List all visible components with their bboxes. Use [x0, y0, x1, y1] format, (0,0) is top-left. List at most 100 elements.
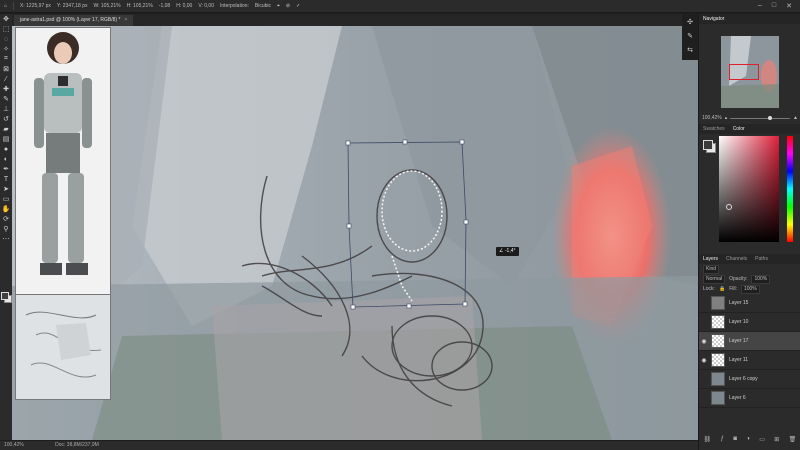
- window-controls: – □ ✕: [758, 2, 800, 10]
- status-bar: 100,42% Doc: 38,8M/237,9M: [0, 441, 698, 450]
- tab-swatches[interactable]: Swatches: [703, 124, 725, 134]
- fx-icon[interactable]: ƒ: [721, 436, 724, 446]
- warp-icon[interactable]: ⌖: [277, 3, 280, 9]
- opacity-field[interactable]: 100%: [751, 274, 771, 284]
- type-icon[interactable]: T: [0, 174, 12, 184]
- color-panel-fg-swatch[interactable]: [703, 140, 713, 150]
- layer-row[interactable]: Layer 10: [699, 313, 800, 332]
- pen-icon[interactable]: ✒: [0, 164, 12, 174]
- dodge-icon[interactable]: ◐: [0, 154, 12, 164]
- mask-icon[interactable]: ◙: [733, 436, 737, 446]
- vskew-field[interactable]: V: 0,00: [198, 3, 214, 9]
- history-brush-icon[interactable]: ↺: [0, 114, 12, 124]
- blur-icon[interactable]: ●: [0, 144, 12, 154]
- shape-icon[interactable]: ▭: [0, 194, 12, 204]
- navigator-thumbnail[interactable]: [721, 36, 779, 108]
- tool-presets-icon[interactable]: ✣: [682, 16, 698, 28]
- eye-icon[interactable]: ◉: [699, 357, 709, 364]
- frame-icon[interactable]: ⊠: [0, 64, 12, 74]
- adjust-icon[interactable]: ⇆: [682, 44, 698, 56]
- tab-channels[interactable]: Channels: [726, 254, 747, 264]
- tab-layers[interactable]: Layers: [703, 254, 718, 264]
- layer-thumbnail: [711, 353, 725, 367]
- hskew-field[interactable]: H: 0,00: [176, 3, 192, 9]
- gradient-icon[interactable]: ▤: [0, 134, 12, 144]
- cancel-icon[interactable]: ⊘: [286, 3, 290, 9]
- blend-row: Normal Opacity: 100%: [699, 274, 800, 284]
- color-field[interactable]: [719, 136, 779, 242]
- crop-icon[interactable]: ⌗: [0, 54, 12, 64]
- sketch-figure: [25, 311, 102, 378]
- doc-size: Doc: 38,8M/237,9M: [55, 442, 99, 448]
- tab-color[interactable]: Color: [733, 124, 745, 134]
- color-picker-ring[interactable]: [726, 204, 732, 210]
- trash-icon[interactable]: 🗑: [789, 436, 797, 446]
- foreground-color-swatch[interactable]: [1, 292, 9, 300]
- zoom-in-icon[interactable]: ▲: [793, 115, 798, 121]
- healing-icon[interactable]: ✚: [0, 84, 12, 94]
- move-icon[interactable]: ✥: [0, 14, 12, 24]
- navigator-zoom-value[interactable]: 100,42%: [702, 115, 722, 121]
- document-tab[interactable]: jane-astra1.psd @ 100% (Layer 17, RGB/8)…: [14, 15, 134, 26]
- close-icon[interactable]: ✕: [786, 2, 792, 10]
- more-icon[interactable]: ⋯: [0, 234, 12, 244]
- tab-paths[interactable]: Paths: [755, 254, 768, 264]
- layer-row[interactable]: ◉ Layer 11: [699, 351, 800, 370]
- fill-field[interactable]: 100%: [740, 284, 760, 294]
- eraser-icon[interactable]: ▰: [0, 124, 12, 134]
- lasso-icon[interactable]: ◌: [0, 34, 12, 44]
- zoom-slider-knob[interactable]: [768, 115, 773, 120]
- ps-home-icon[interactable]: ⌂: [4, 3, 7, 9]
- commit-check-icon[interactable]: ✓: [296, 3, 300, 9]
- brush-settings-icon[interactable]: ✎: [682, 30, 698, 42]
- width-field[interactable]: W: 105,21%: [93, 3, 120, 9]
- kind-filter[interactable]: Kind: [703, 264, 720, 274]
- height-field[interactable]: H: 105,21%: [127, 3, 153, 9]
- maximize-icon[interactable]: □: [772, 2, 776, 10]
- x-field[interactable]: X: 1225,97 px: [20, 3, 51, 9]
- zoom-slider[interactable]: [730, 115, 791, 120]
- close-tab-icon[interactable]: ×: [124, 17, 127, 23]
- zoom-out-icon[interactable]: ▴: [725, 115, 728, 121]
- layer-row-selected[interactable]: ◉ Layer 17: [699, 332, 800, 351]
- hand-icon[interactable]: ✋: [0, 204, 12, 214]
- angle-field[interactable]: -1,08: [159, 3, 170, 9]
- character-figure: [34, 32, 92, 275]
- layer-thumbnail: [711, 334, 725, 348]
- opacity-label: Opacity:: [729, 276, 748, 282]
- layer-name: Layer 17: [729, 338, 749, 344]
- layer-name: Layer 6 copy: [729, 376, 758, 382]
- eye-icon[interactable]: ◉: [699, 338, 709, 345]
- navigator-tab[interactable]: Navigator: [703, 14, 724, 24]
- link-icon[interactable]: ⛓: [704, 436, 712, 446]
- color-panel-header: Swatches Color: [699, 124, 800, 134]
- adjustment-icon[interactable]: ◑: [746, 436, 750, 446]
- document-tab-bar: jane-astra1.psd @ 100% (Layer 17, RGB/8)…: [12, 14, 698, 26]
- y-field[interactable]: Y: 2347,18 px: [57, 3, 88, 9]
- folder-icon[interactable]: ▭: [759, 436, 765, 446]
- rotate-view-icon[interactable]: ⟳: [0, 214, 12, 224]
- layer-filter: Kind: [699, 264, 800, 274]
- interpolation-select[interactable]: Bicubic: [255, 3, 271, 9]
- navigator-zoom: 100,42% ▴ ▲: [702, 114, 798, 122]
- magic-wand-icon[interactable]: ✧: [0, 44, 12, 54]
- new-layer-icon[interactable]: ⊞: [774, 436, 779, 446]
- floating-tools: ✣ ✎ ⇆: [682, 14, 698, 60]
- hue-slider[interactable]: [787, 136, 793, 242]
- canvas[interactable]: ∠ -1,4°: [12, 26, 698, 440]
- brush-icon[interactable]: ✎: [0, 94, 12, 104]
- layer-row[interactable]: Layer 15: [699, 294, 800, 313]
- minimize-icon[interactable]: –: [758, 2, 762, 10]
- navigator-view-rect[interactable]: [729, 64, 759, 80]
- stamp-icon[interactable]: ⊥: [0, 104, 12, 114]
- zoom-icon[interactable]: ⚲: [0, 224, 12, 234]
- lock-icon[interactable]: 🔒: [719, 284, 725, 294]
- blend-mode-select[interactable]: Normal: [703, 274, 726, 284]
- zoom-readout[interactable]: 100,42%: [4, 442, 24, 448]
- layer-row[interactable]: Layer 6 copy: [699, 370, 800, 389]
- eyedropper-icon[interactable]: ⁄: [0, 74, 12, 84]
- layer-row[interactable]: Layer 6: [699, 389, 800, 408]
- marquee-icon[interactable]: ⬚: [0, 24, 12, 34]
- path-select-icon[interactable]: ➤: [0, 184, 12, 194]
- layer-thumbnail: [711, 296, 725, 310]
